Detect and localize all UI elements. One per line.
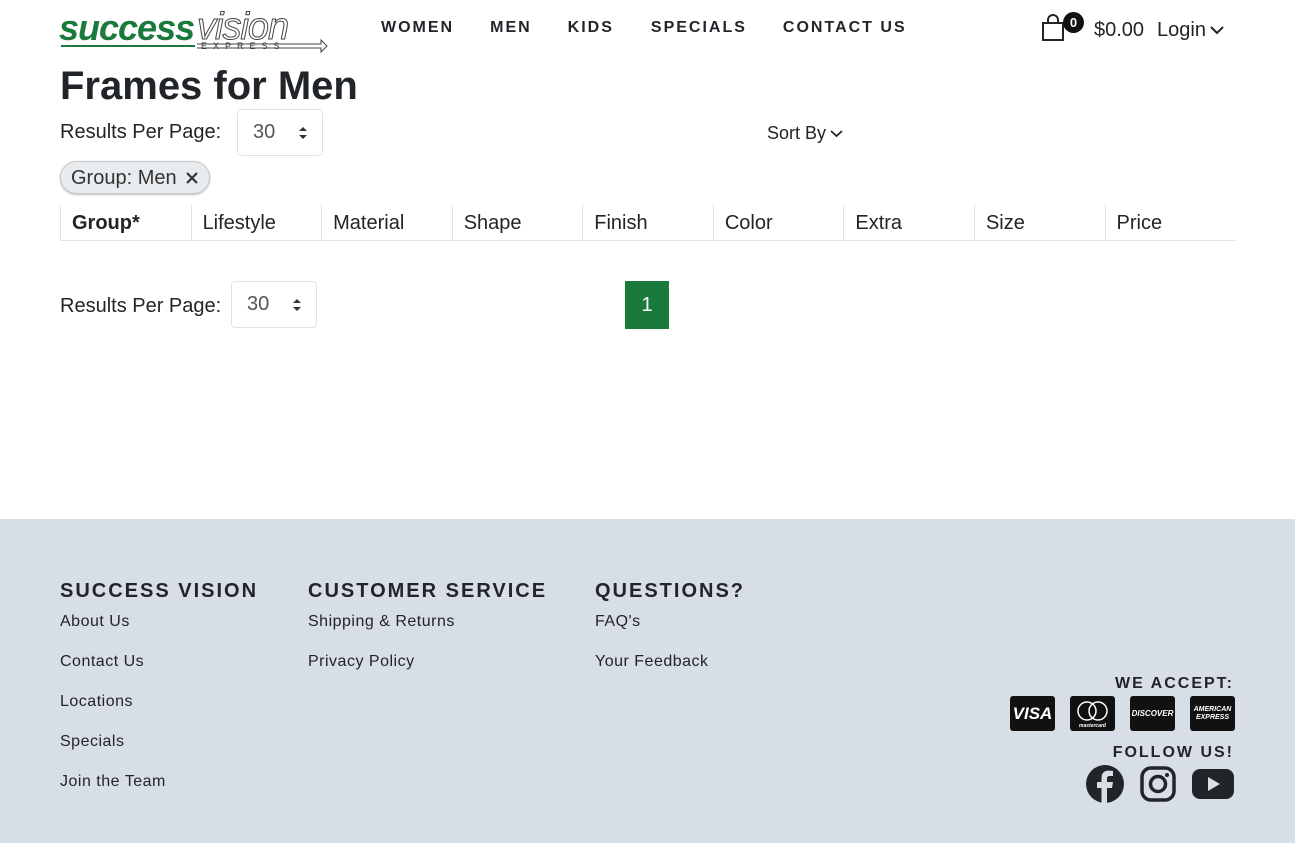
filter-bar: Group* Lifestyle Material Shape Finish C… xyxy=(60,205,1236,241)
site-header: success vision EXPRESS WOMEN MEN KIDS SP… xyxy=(0,0,1295,60)
nav-women[interactable]: WOMEN xyxy=(381,18,454,38)
active-filter-chip[interactable]: Group: Men xyxy=(60,161,210,194)
chevron-down-icon xyxy=(830,129,843,137)
american-express-icon: AMERICAN EXPRESS xyxy=(1190,696,1235,731)
nav-kids[interactable]: KIDS xyxy=(568,18,614,38)
results-per-page-select-bottom[interactable]: 30 xyxy=(231,281,317,328)
filter-extra[interactable]: Extra xyxy=(843,205,974,241)
footer-link-join-the-team[interactable]: Join the Team xyxy=(60,771,258,793)
visa-icon: VISA xyxy=(1010,696,1055,731)
filter-material[interactable]: Material xyxy=(321,205,452,241)
shopping-bag-icon[interactable] xyxy=(1040,14,1066,42)
nav-specials[interactable]: SPECIALS xyxy=(651,18,747,38)
footer-heading: QUESTIONS? xyxy=(595,580,746,602)
logo-arrow-icon xyxy=(61,38,328,54)
footer-link-privacy-policy[interactable]: Privacy Policy xyxy=(308,651,547,673)
discover-icon: DISCOVER xyxy=(1130,696,1175,731)
payment-cards: VISA mastercard DISCOVER AMERICAN EXPRES… xyxy=(1010,696,1235,731)
page-title: Frames for Men xyxy=(60,64,358,108)
select-arrows-icon xyxy=(299,127,307,139)
social-links xyxy=(1085,764,1235,804)
filter-price[interactable]: Price xyxy=(1104,205,1236,241)
chevron-down-icon xyxy=(1210,26,1224,35)
results-per-page-value: 30 xyxy=(253,121,276,143)
main-nav: WOMEN MEN KIDS SPECIALS CONTACT US xyxy=(381,18,907,38)
results-per-page-label-bottom: Results Per Page: xyxy=(60,295,222,317)
mastercard-icon: mastercard xyxy=(1070,696,1115,731)
cart-count-badge: 0 xyxy=(1063,12,1084,33)
filter-group[interactable]: Group* xyxy=(60,205,191,241)
footer-heading: CUSTOMER SERVICE xyxy=(308,580,548,602)
pagination-page-1[interactable]: 1 xyxy=(625,281,669,329)
login-label: Login xyxy=(1157,19,1206,41)
footer-link-locations[interactable]: Locations xyxy=(60,691,258,713)
select-arrows-icon xyxy=(293,299,301,311)
active-filter-label: Group: Men xyxy=(71,166,177,189)
footer-link-your-feedback[interactable]: Your Feedback xyxy=(595,651,745,673)
footer-column-customer-service: CUSTOMER SERVICE Shipping & Returns Priv… xyxy=(308,580,547,691)
follow-us-label: FOLLOW US! xyxy=(1112,744,1234,761)
instagram-icon[interactable] xyxy=(1139,765,1177,803)
filter-shape[interactable]: Shape xyxy=(451,205,583,241)
login-dropdown[interactable]: Login xyxy=(1157,19,1224,41)
footer-column-questions: QUESTIONS? FAQ's Your Feedback xyxy=(595,580,745,691)
results-per-page-select-top[interactable]: 30 xyxy=(237,109,323,156)
filter-color[interactable]: Color xyxy=(712,205,844,241)
nav-contact-us[interactable]: CONTACT US xyxy=(783,18,907,38)
cart-total[interactable]: $0.00 xyxy=(1094,19,1144,41)
results-per-page-value: 30 xyxy=(247,293,270,315)
footer-link-shipping-returns[interactable]: Shipping & Returns xyxy=(308,611,547,633)
footer-column-success-vision: SUCCESS VISION About Us Contact Us Locat… xyxy=(60,580,258,811)
filter-lifestyle[interactable]: Lifestyle xyxy=(190,205,322,241)
filter-finish[interactable]: Finish xyxy=(582,205,713,241)
results-per-page-label-top: Results Per Page: xyxy=(60,121,222,143)
close-icon[interactable] xyxy=(185,171,199,185)
sort-by-dropdown[interactable]: Sort By xyxy=(767,122,843,144)
footer-link-contact-us[interactable]: Contact Us xyxy=(60,651,258,673)
logo[interactable]: success vision EXPRESS xyxy=(59,8,329,54)
sort-by-label: Sort By xyxy=(767,123,827,143)
youtube-icon[interactable] xyxy=(1191,767,1235,801)
site-footer: SUCCESS VISION About Us Contact Us Locat… xyxy=(0,519,1295,843)
footer-link-specials[interactable]: Specials xyxy=(60,731,258,753)
filter-size[interactable]: Size xyxy=(973,205,1105,241)
we-accept-label: WE ACCEPT: xyxy=(1115,675,1234,692)
facebook-icon[interactable] xyxy=(1085,764,1125,804)
nav-men[interactable]: MEN xyxy=(490,18,532,38)
footer-link-faqs[interactable]: FAQ's xyxy=(595,611,745,633)
footer-link-about-us[interactable]: About Us xyxy=(60,611,258,633)
footer-heading: SUCCESS VISION xyxy=(60,580,259,602)
mastercard-label: mastercard xyxy=(1079,723,1107,729)
